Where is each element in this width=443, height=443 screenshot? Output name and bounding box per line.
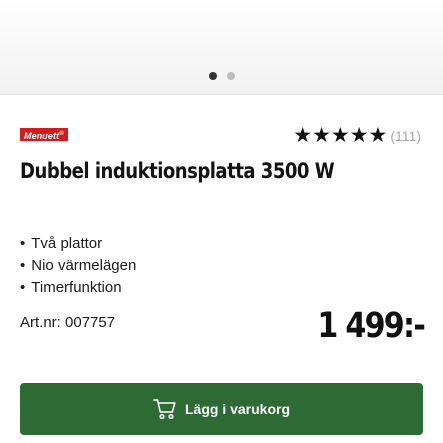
feature-item: Nio värmelägen: [20, 255, 136, 277]
gallery-dot-2[interactable]: [226, 72, 235, 80]
product-image-gallery[interactable]: [0, 0, 443, 94]
review-count[interactable]: (111): [390, 124, 421, 148]
rating-stars: ★★★★★: [293, 124, 388, 147]
product-rating[interactable]: ★★★★★ (111): [293, 124, 421, 148]
product-title: Dubbel induktionsplatta 3500 W: [20, 159, 335, 183]
brand-logo[interactable]: Menuett®: [20, 128, 68, 141]
article-number: Art.nr: 007757: [20, 314, 116, 331]
gallery-pagination: [0, 72, 443, 80]
add-to-cart-label: Lägg i varukorg: [184, 401, 291, 417]
brand-name: Menuett: [24, 131, 60, 141]
product-price: 1 499:-: [317, 306, 425, 346]
feature-item: Två plattor: [20, 233, 136, 255]
gallery-dot-1[interactable]: [208, 72, 217, 80]
cart-icon: [153, 399, 176, 420]
feature-item: Timerfunktion: [20, 277, 136, 299]
add-to-cart-button[interactable]: Lägg i varukorg: [20, 383, 423, 435]
section-divider: [0, 94, 443, 95]
brand-registered-mark: ®: [59, 131, 64, 137]
feature-list: Två plattor Nio värmelägen Timerfunktion: [20, 233, 136, 299]
